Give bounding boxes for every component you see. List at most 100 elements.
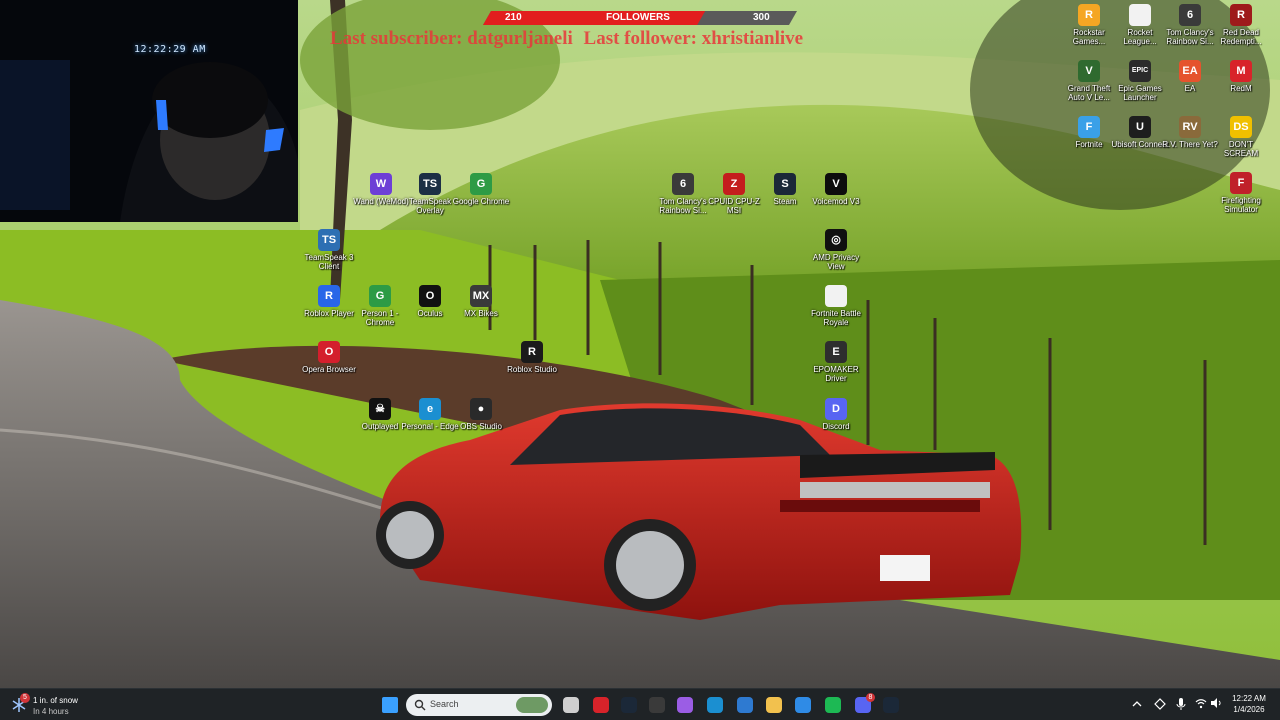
discord-notification-badge: 8: [866, 693, 875, 702]
taskbar-search[interactable]: Search: [406, 694, 552, 716]
copilot-icon: [677, 697, 693, 713]
wifi-icon[interactable]: [1195, 697, 1207, 709]
desktop-icon[interactable]: 6 Tom Clancy's Rainbow Si...: [1161, 4, 1219, 46]
desktop-icon-label: Roblox Player: [304, 309, 354, 318]
start-taskbar-button[interactable]: [378, 693, 402, 717]
teamspeak-icon: TS: [419, 173, 441, 195]
desktop-icon-label: Steam: [773, 197, 797, 206]
edge-icon: [707, 697, 723, 713]
desktop-icon[interactable]: G Google Chrome: [452, 173, 510, 206]
rockstar-icon: R: [1078, 4, 1100, 26]
desktop-icon[interactable]: R Roblox Studio: [503, 341, 561, 374]
desktop-icon[interactable]: O Oculus: [401, 285, 459, 318]
opera-icon: O: [318, 341, 340, 363]
oculus-icon: O: [419, 285, 441, 307]
chrome-icon: G: [470, 173, 492, 195]
followers-goal: 300: [753, 12, 770, 23]
store-taskbar-button[interactable]: [791, 693, 815, 717]
spotify-taskbar-button[interactable]: [821, 693, 845, 717]
app-red-taskbar-button[interactable]: [589, 693, 613, 717]
desktop-icon[interactable]: F Firefighting Simulator: [1212, 172, 1270, 214]
desktop-icon[interactable]: V Grand Theft Auto V Le...: [1060, 60, 1118, 102]
followers-goal-bar: 210 FOLLOWERS 300: [483, 11, 797, 25]
store-icon: [795, 697, 811, 713]
desktop-icon-label: RedM: [1230, 84, 1252, 93]
desktop-icon[interactable]: MX MX Bikes: [452, 285, 510, 318]
roblox-studio-icon: R: [521, 341, 543, 363]
desktop-icon[interactable]: Fortnite Battle Royale: [807, 285, 865, 327]
epomaker-icon: E: [825, 341, 847, 363]
fortnite-icon: F: [1078, 116, 1100, 138]
desktop-icon-label: Google Chrome: [452, 197, 510, 206]
obs-icon: [649, 697, 665, 713]
desktop-icon[interactable]: O Opera Browser: [300, 341, 358, 374]
mail-taskbar-button[interactable]: [733, 693, 757, 717]
gta-icon: V: [1078, 60, 1100, 82]
rainbow-six-icon: 6: [1179, 4, 1201, 26]
microphone-icon[interactable]: [1176, 697, 1186, 711]
edge-icon: e: [419, 398, 441, 420]
volume-icon[interactable]: [1210, 697, 1222, 709]
start-icon: [382, 697, 398, 713]
steam-icon: [621, 697, 637, 713]
obs-taskbar-button[interactable]: [645, 693, 669, 717]
desktop-icon-label: R.V. There Yet?: [1162, 140, 1218, 149]
search-highlight-icon: [516, 697, 548, 713]
file-explorer-taskbar-button[interactable]: [762, 693, 786, 717]
teamspeak-client-icon: TS: [318, 229, 340, 251]
desktop: 12:22:29 AM 210 FOLLOWERS 300 Last subsc…: [0, 0, 1280, 688]
desktop-icon[interactable]: RV R.V. There Yet?: [1161, 116, 1219, 149]
last-follower-text: Last follower: xhristianlive: [583, 28, 804, 49]
desktop-icon-label: Fortnite: [1075, 140, 1103, 149]
obs-icon: ●: [470, 398, 492, 420]
desktop-icon[interactable]: S Steam: [756, 173, 814, 206]
desktop-icon[interactable]: M RedM: [1212, 60, 1270, 93]
rainbow-six-icon: 6: [672, 173, 694, 195]
desktop-icon[interactable]: R Rockstar Games...: [1060, 4, 1118, 46]
desktop-icon[interactable]: F Fortnite: [1060, 116, 1118, 149]
steam-taskbar-button[interactable]: [617, 693, 641, 717]
steam-icon: S: [774, 173, 796, 195]
desktop-icon[interactable]: TS TeamSpeak Overlay: [401, 173, 459, 215]
wand-icon: W: [370, 173, 392, 195]
chevron-up-icon[interactable]: [1132, 699, 1142, 709]
webcam-feed: [0, 0, 298, 222]
desktop-icon[interactable]: 6 Tom Clancy's Rainbow Si...: [654, 173, 712, 215]
taskbar-clock[interactable]: 12:22 AM 1/4/2026: [1226, 693, 1272, 715]
desktop-icon-label: TeamSpeak 3 Client: [304, 253, 354, 271]
firefighting-icon: F: [1230, 172, 1252, 194]
desktop-icon-label: Red Dead Redempti...: [1220, 28, 1262, 46]
edge-taskbar-button[interactable]: [703, 693, 727, 717]
desktop-icon-label: MX Bikes: [464, 309, 498, 318]
steam-2-taskbar-button[interactable]: [879, 693, 903, 717]
fortnite-file-icon: [825, 285, 847, 307]
task-view-taskbar-button[interactable]: [559, 693, 583, 717]
copilot-taskbar-button[interactable]: [673, 693, 697, 717]
desktop-icon-label: OBS Studio: [460, 422, 502, 431]
desktop-icon[interactable]: R Red Dead Redempti...: [1212, 4, 1270, 46]
desktop-icon[interactable]: R Roblox Player: [300, 285, 358, 318]
network-status-icon[interactable]: [1154, 698, 1166, 710]
redm-icon: M: [1230, 60, 1252, 82]
mail-icon: [737, 697, 753, 713]
desktop-icon-label: Opera Browser: [302, 365, 356, 374]
desktop-icon[interactable]: Z CPUID CPU-Z MSI: [705, 173, 763, 215]
desktop-icon[interactable]: ◎ AMD Privacy View: [807, 229, 865, 271]
amd-icon: ◎: [825, 229, 847, 251]
desktop-icon[interactable]: EA EA: [1161, 60, 1219, 93]
desktop-icon[interactable]: D Discord: [807, 398, 865, 431]
desktop-icon-label: EPOMAKER Driver: [813, 365, 859, 383]
desktop-icon-label: TeamSpeak Overlay: [408, 197, 452, 215]
desktop-icon[interactable]: ● OBS Studio: [452, 398, 510, 431]
epic-games-icon: EPIC: [1129, 60, 1151, 82]
desktop-icon[interactable]: TS TeamSpeak 3 Client: [300, 229, 358, 271]
discord-taskbar-button[interactable]: 8: [851, 693, 875, 717]
desktop-icon-label: Rockstar Games...: [1072, 28, 1106, 46]
desktop-icon[interactable]: e Personal - Edge: [401, 398, 459, 431]
chrome-person-icon: G: [369, 285, 391, 307]
desktop-icon[interactable]: DS DON'T SCREAM: [1212, 116, 1270, 158]
desktop-icon-label: DON'T SCREAM: [1223, 140, 1259, 158]
desktop-icon-label: Tom Clancy's Rainbow Si...: [659, 197, 707, 215]
desktop-icon[interactable]: E EPOMAKER Driver: [807, 341, 865, 383]
desktop-icon[interactable]: V Voicemod V3: [807, 173, 865, 206]
